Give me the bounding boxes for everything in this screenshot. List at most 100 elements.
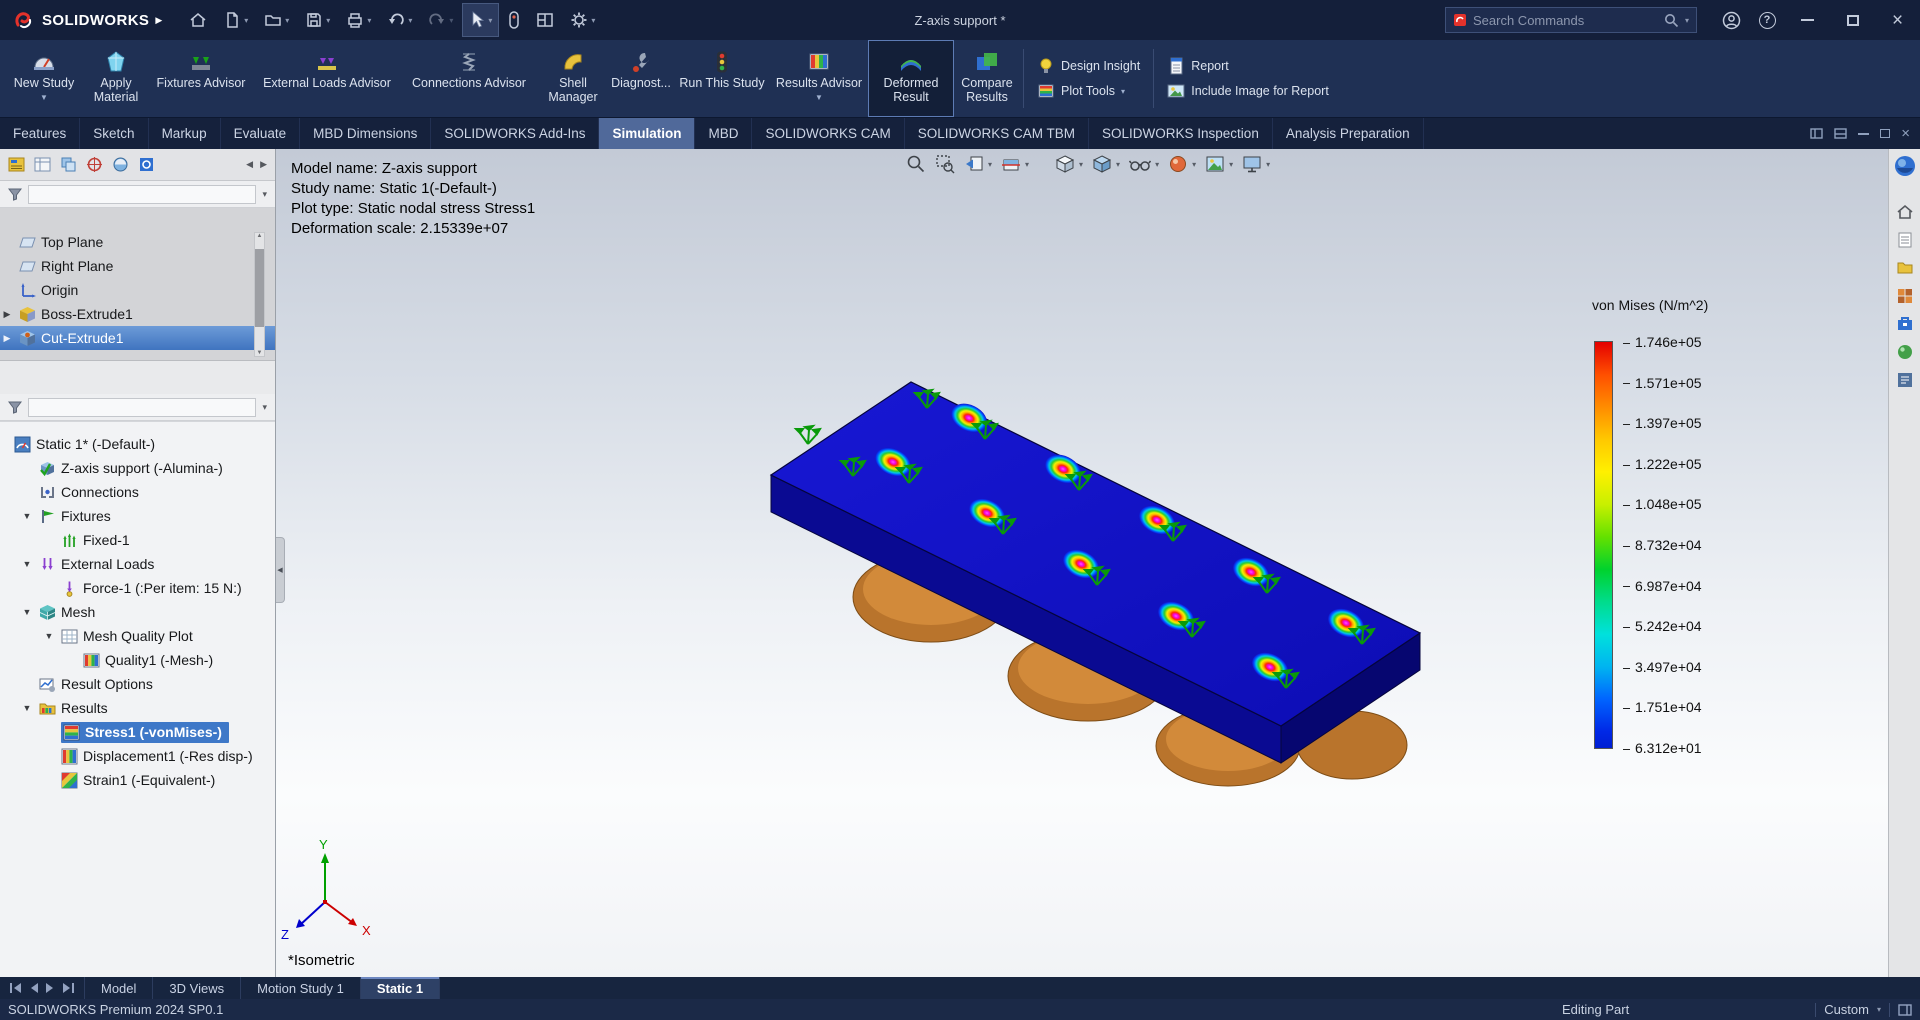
task-home-icon[interactable] (1896, 203, 1914, 221)
statusbar-panel-icon[interactable] (1898, 1004, 1912, 1016)
propertymanager-icon[interactable] (34, 156, 51, 173)
tab-sketch[interactable]: Sketch (80, 118, 148, 149)
command-search[interactable]: ▾ (1445, 7, 1697, 33)
collapse-icon[interactable]: ▼ (42, 631, 56, 641)
tree-item-results[interactable]: ▼Results (0, 696, 275, 720)
shell-manager-button[interactable]: Shell Manager (538, 40, 608, 117)
hide-show-items-icon[interactable] (1129, 154, 1151, 174)
solidworks-logo[interactable]: SOLIDWORKS ▶ (0, 9, 170, 31)
view-settings-icon[interactable] (1242, 154, 1262, 174)
new-document-button[interactable]: ▾ (216, 3, 255, 37)
toolbox-icon[interactable] (1896, 315, 1914, 333)
tab-mbd[interactable]: MBD (695, 118, 752, 149)
child-restore-icon[interactable] (1880, 129, 1890, 138)
child-minimize-icon[interactable] (1858, 133, 1869, 135)
display-style-icon[interactable] (1092, 154, 1112, 174)
featuremanager-tree-icon[interactable] (8, 156, 25, 173)
tree-item-stress1[interactable]: Stress1 (-vonMises-) (0, 720, 275, 744)
tab-solidworks-cam[interactable]: SOLIDWORKS CAM (752, 118, 904, 149)
touch-mode-button[interactable] (501, 3, 527, 37)
first-tab-icon[interactable] (10, 983, 22, 993)
expand-icon[interactable]: ▶ (0, 333, 14, 344)
run-this-study-button[interactable]: Run This Study (674, 40, 770, 117)
scroll-down-icon[interactable]: ▼ (255, 350, 264, 356)
apply-material-button[interactable]: Apply Material (84, 40, 148, 117)
logo-flyout-arrow-icon[interactable]: ▶ (155, 15, 162, 26)
previous-view-icon[interactable] (964, 154, 984, 174)
collapse-icon[interactable]: ▼ (20, 703, 34, 713)
doc-tab-model[interactable]: Model (85, 977, 153, 999)
tree-item-part[interactable]: Z-axis support (-Alumina-) (0, 456, 275, 480)
print-button[interactable]: ▾ (339, 3, 378, 37)
results-advisor-button[interactable]: Results Advisor ▼ (770, 40, 868, 117)
tree-item-top-plane[interactable]: Top Plane (0, 230, 275, 254)
tree-item-external-loads[interactable]: ▼External Loads (0, 552, 275, 576)
tree-item-fixtures[interactable]: ▼Fixtures (0, 504, 275, 528)
tab-features[interactable]: Features (0, 118, 80, 149)
status-units-selector[interactable]: Custom (1824, 1002, 1869, 1017)
include-image-for-report-button[interactable]: Include Image for Report (1167, 82, 1329, 100)
dimxpertmanager-icon[interactable] (86, 156, 103, 173)
plot-tools-dropdown-icon[interactable]: ▾ (1121, 87, 1125, 96)
apply-scene-icon[interactable] (1205, 154, 1225, 174)
compare-results-button[interactable]: Compare Results (954, 40, 1020, 117)
expand-icon[interactable]: ▶ (0, 309, 14, 320)
search-icon[interactable] (1664, 13, 1679, 28)
zoom-fit-icon[interactable] (906, 154, 926, 174)
tree-item-mesh[interactable]: ▼Mesh (0, 600, 275, 624)
tree-item-origin[interactable]: Origin (0, 278, 275, 302)
last-tab-icon[interactable] (62, 983, 74, 993)
login-button[interactable] (1713, 0, 1749, 40)
options-button[interactable]: ▾ (563, 3, 602, 37)
graphics-area[interactable]: Y X Z Model name: Z-axis support Study n… (276, 149, 1888, 977)
plot-tools-button[interactable]: Plot Tools ▾ (1037, 82, 1140, 100)
new-study-dropdown-icon[interactable]: ▼ (40, 91, 48, 105)
panel-scroll-right-icon[interactable]: ▶ (260, 159, 267, 170)
view-orientation-icon[interactable] (1055, 154, 1075, 174)
panel-scroll-left-icon[interactable]: ◀ (246, 159, 253, 170)
design-insight-button[interactable]: Design Insight (1037, 57, 1140, 75)
scrollbar-thumb[interactable] (255, 249, 264, 327)
connections-advisor-button[interactable]: Connections Advisor (400, 40, 538, 117)
collapse-icon[interactable]: ▼ (20, 559, 34, 569)
filter-dropdown-icon[interactable]: ▾ (262, 189, 267, 200)
tree-item-force1[interactable]: Force-1 (:Per item: 15 N:) (0, 576, 275, 600)
displaymanager-icon[interactable] (112, 156, 129, 173)
tree-item-strain1[interactable]: Strain1 (-Equivalent-) (0, 768, 275, 792)
tab-solidworks-add-ins[interactable]: SOLIDWORKS Add-Ins (431, 118, 599, 149)
doc-tab-3d-views[interactable]: 3D Views (153, 977, 241, 999)
select-tool-button[interactable]: ▾ (462, 3, 499, 37)
tab-solidworks-cam-tbm[interactable]: SOLIDWORKS CAM TBM (905, 118, 1089, 149)
scroll-up-icon[interactable]: ▲ (255, 233, 264, 239)
pane-preview-icon[interactable] (1810, 128, 1823, 139)
report-button[interactable]: Report (1167, 57, 1329, 75)
tree-scrollbar[interactable]: ▲ ▼ (254, 232, 265, 357)
cam-tree-icon[interactable] (138, 156, 155, 173)
tree-item-static-study[interactable]: Static 1* (-Default-) (0, 432, 275, 456)
open-button[interactable]: ▾ (257, 3, 296, 37)
results-advisor-dropdown-icon[interactable]: ▼ (815, 91, 823, 105)
prev-tab-icon[interactable] (30, 983, 38, 993)
design-library-icon[interactable] (1896, 287, 1914, 305)
tab-mbd-dimensions[interactable]: MBD Dimensions (300, 118, 431, 149)
collapse-icon[interactable]: ▼ (20, 511, 34, 521)
diagnostics-button[interactable]: Diagnost... (608, 40, 674, 117)
maximize-button[interactable] (1830, 0, 1875, 40)
filter-dropdown-icon[interactable]: ▾ (262, 402, 267, 413)
section-view-icon[interactable] (1001, 154, 1021, 174)
undo-button[interactable]: ▾ (380, 3, 419, 37)
tree-item-displacement1[interactable]: Displacement1 (-Res disp-) (0, 744, 275, 768)
help-button[interactable]: ? (1749, 0, 1785, 40)
edit-appearance-icon[interactable] (1168, 154, 1188, 174)
fixtures-advisor-button[interactable]: Fixtures Advisor (148, 40, 254, 117)
collapse-icon[interactable]: ▼ (20, 607, 34, 617)
custom-properties-icon[interactable] (1896, 371, 1914, 389)
panel-collapse-handle[interactable]: ◀ (276, 537, 285, 603)
whats-new-icon[interactable] (1896, 231, 1914, 249)
pane-split-icon[interactable] (1834, 128, 1847, 139)
display-panes-button[interactable] (529, 3, 561, 37)
tree-item-mesh-quality-plot[interactable]: ▼Mesh Quality Plot (0, 624, 275, 648)
home-button[interactable] (182, 3, 214, 37)
deformed-result-button[interactable]: Deformed Result (868, 40, 954, 117)
tree-item-boss-extrude1[interactable]: ▶Boss-Extrude1 (0, 302, 275, 326)
